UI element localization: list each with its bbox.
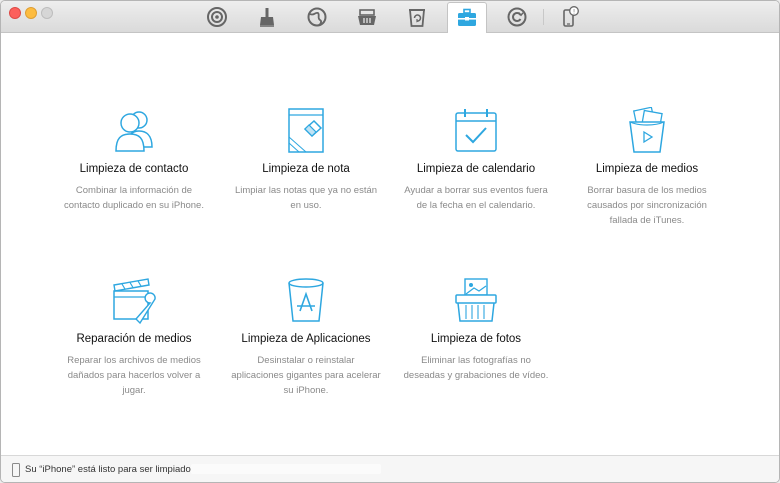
status-message: Su “iPhone” está listo para ser limpiado… <box>25 464 194 475</box>
globe-icon <box>307 7 327 27</box>
tab-globe[interactable] <box>297 3 337 31</box>
tool-title: Limpieza de contacto <box>79 163 189 175</box>
tool-description: Eliminar las fotografías no deseadas y g… <box>403 355 549 381</box>
tab-trash[interactable] <box>397 3 437 31</box>
tool-description: Limpiar las notas que ya no están en uso… <box>234 185 378 211</box>
tool-title: Limpieza de fotos <box>430 333 522 345</box>
contacts-icon <box>115 111 153 152</box>
phone-alert-icon: ! <box>563 6 579 27</box>
trash-icon <box>409 9 425 27</box>
phone-icon <box>12 463 20 477</box>
tool-description: Ayudar a borrar sus eventos fuera de la … <box>404 185 548 211</box>
status-bar: Su “iPhone” está listo para ser limpiado… <box>1 455 779 482</box>
media-bin-icon <box>629 107 665 153</box>
status-progress-track <box>191 464 381 474</box>
clapper-wrench-icon <box>113 278 156 325</box>
minimize-window-button[interactable] <box>25 7 37 19</box>
tab-basket[interactable] <box>347 3 387 31</box>
toolbox-icon <box>458 8 476 26</box>
tool-card-note-cleanup[interactable]: Limpieza de nota Limpiar las notas que y… <box>221 107 391 213</box>
tool-card-contact-cleanup[interactable]: Limpieza de contacto Combinar la informa… <box>49 107 219 213</box>
tool-card-media-repair[interactable]: Reparación de medios Reparar los archivo… <box>49 277 219 398</box>
tab-device[interactable]: ! <box>549 3 589 31</box>
tool-title: Limpieza de Aplicaciones <box>241 333 371 345</box>
tool-title: Limpieza de calendario <box>416 163 536 175</box>
signal-icon <box>207 7 227 27</box>
tool-description: Borrar basura de los medios causados por… <box>587 185 707 226</box>
tool-description: Combinar la información de contacto dupl… <box>64 185 204 211</box>
tool-title: Reparación de medios <box>76 333 192 345</box>
tool-card-app-cleanup[interactable]: Limpieza de Aplicaciones Desinstalar o r… <box>221 277 391 398</box>
device-alert-badge: ! <box>573 8 575 15</box>
app-bin-icon <box>288 278 324 322</box>
tools-panel: Limpieza de contacto Combinar la informa… <box>1 33 779 455</box>
tool-card-photo-cleanup[interactable]: Limpieza de fotos Eliminar las fotografí… <box>391 277 561 383</box>
tool-title: Limpieza de medios <box>595 163 699 175</box>
refresh-icon <box>507 7 527 27</box>
tool-card-media-cleanup[interactable]: Limpieza de medios Borrar basura de los … <box>562 107 732 228</box>
tab-cleaner[interactable] <box>247 3 287 31</box>
tool-title: Limpieza de nota <box>262 163 350 175</box>
photo-shredder-icon <box>455 278 497 322</box>
tool-description: Desinstalar o reinstalar aplicaciones gi… <box>231 355 381 396</box>
tab-signal[interactable] <box>197 3 237 31</box>
tab-refresh[interactable] <box>497 3 537 31</box>
close-window-button[interactable] <box>9 7 21 19</box>
tool-card-calendar-cleanup[interactable]: Limpieza de calendario Ayudar a borrar s… <box>391 107 561 213</box>
toolbar-divider <box>543 9 544 25</box>
zoom-window-button[interactable] <box>41 7 53 19</box>
basket-icon <box>358 9 376 25</box>
calendar-check-icon <box>455 109 497 152</box>
app-window: ! Limpieza de contacto Combinar la infor… <box>0 0 780 483</box>
toolbar: ! <box>1 1 779 33</box>
broom-icon <box>260 8 274 27</box>
note-eraser-icon <box>288 108 324 153</box>
tab-toolbox[interactable] <box>447 2 487 33</box>
tool-description: Reparar los archivos de medios dañados p… <box>67 355 201 396</box>
